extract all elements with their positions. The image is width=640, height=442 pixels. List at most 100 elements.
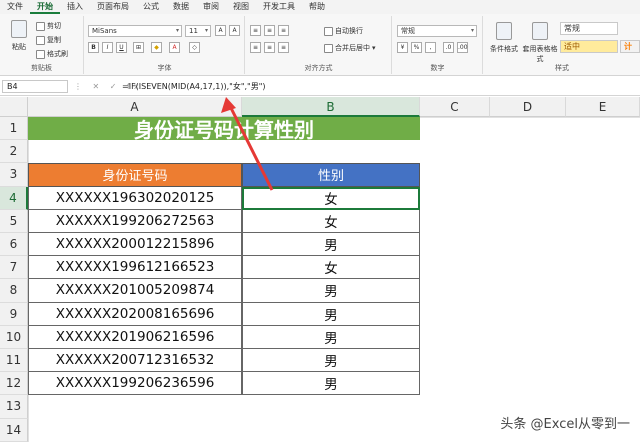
gender-cell[interactable]: 女: [242, 256, 420, 280]
border-button[interactable]: ⊞: [133, 42, 144, 53]
id-cell[interactable]: XXXXXX202008165696: [28, 302, 242, 326]
row-header-5[interactable]: 5: [0, 209, 28, 233]
bold-button[interactable]: B: [88, 42, 99, 53]
align-left-button[interactable]: ≡: [250, 42, 261, 53]
menu-item-6[interactable]: 审阅: [196, 0, 226, 14]
comma-button[interactable]: ,: [425, 42, 436, 53]
number-format-select[interactable]: 常规 ▾: [397, 25, 477, 37]
gender-cell[interactable]: 男: [242, 302, 420, 326]
id-cell[interactable]: XXXXXX200012215896: [28, 233, 242, 257]
menu-item-3[interactable]: 页面布局: [90, 0, 136, 14]
row-header-4[interactable]: 4: [0, 186, 28, 210]
spreadsheet-grid[interactable]: A B C D E 1 2 3 4 5 6 7 8 9 10 11 12 13 14 身份证号码计算性别 身份证号码 性别…: [0, 97, 640, 442]
currency-button[interactable]: ¥: [397, 42, 408, 53]
shrink-font-button[interactable]: A: [229, 25, 240, 36]
menu-item-9[interactable]: 帮助: [302, 0, 332, 14]
row-header-13[interactable]: 13: [0, 395, 28, 419]
align-bottom-button[interactable]: ≡: [278, 25, 289, 36]
gender-cell[interactable]: 女: [242, 209, 420, 233]
clear-format-button[interactable]: ◇: [189, 42, 200, 53]
watermark: 头条 @Excel从零到一: [500, 417, 630, 432]
copy-icon: [36, 35, 45, 45]
select-all-corner[interactable]: [0, 97, 28, 117]
id-cell[interactable]: XXXXXX201005209874: [28, 279, 242, 303]
format-painter-button[interactable]: 格式刷: [36, 49, 68, 59]
gender-header-cell[interactable]: 性别: [242, 163, 420, 187]
column-header-C[interactable]: C: [420, 97, 490, 117]
paste-icon: [11, 20, 27, 38]
row-header-12[interactable]: 12: [0, 372, 28, 396]
id-cell[interactable]: XXXXXX199612166523: [28, 256, 242, 280]
sheet-title-cell[interactable]: 身份证号码计算性别: [28, 117, 420, 142]
gender-cell[interactable]: 男: [242, 372, 420, 396]
alignment-group: ≡ ≡ ≡ ≡ ≡ ≡ 自动换行 合并后居中 ▾ 对齐方式: [246, 16, 392, 74]
styles-group: 条件格式 套用表格格式 常规 适中 计算 样式: [484, 16, 640, 74]
table-format-icon: [532, 22, 548, 40]
id-cell[interactable]: XXXXXX199206272563: [28, 209, 242, 233]
increase-decimal-button[interactable]: .0: [443, 42, 454, 53]
id-cell[interactable]: XXXXXX201906216596: [28, 325, 242, 349]
cut-button[interactable]: 剪切: [36, 21, 61, 31]
align-right-button[interactable]: ≡: [278, 42, 289, 53]
menu-item-0[interactable]: 文件: [0, 0, 30, 14]
menu-item-4[interactable]: 公式: [136, 0, 166, 14]
gender-cell[interactable]: 男: [242, 325, 420, 349]
align-center-button[interactable]: ≡: [264, 42, 275, 53]
underline-button[interactable]: U: [116, 42, 127, 53]
font-name-select[interactable]: MiSans ▾: [88, 25, 182, 37]
menu-item-1[interactable]: 开始: [30, 0, 60, 14]
align-middle-button[interactable]: ≡: [264, 25, 275, 36]
style-calc[interactable]: 计算: [620, 40, 640, 53]
ribbon: 粘贴 剪切 复制 格式刷 剪贴板 MiSans ▾ 11 ▾ A A B I U ⊞…: [0, 14, 640, 76]
menu-item-2[interactable]: 插入: [60, 0, 90, 14]
row-header-8[interactable]: 8: [0, 279, 28, 303]
id-cell[interactable]: XXXXXX200712316532: [28, 349, 242, 373]
row-header-14[interactable]: 14: [0, 418, 28, 442]
chevron-down-icon: ▾: [204, 27, 208, 34]
menu-item-7[interactable]: 视图: [226, 0, 256, 14]
merge-center-button[interactable]: 合并后居中 ▾: [324, 43, 376, 53]
italic-button[interactable]: I: [102, 42, 113, 53]
column-header-D[interactable]: D: [490, 97, 566, 117]
styles-label: 样式: [555, 64, 569, 72]
paste-button[interactable]: 粘贴: [8, 20, 30, 52]
font-color-button[interactable]: A: [169, 42, 180, 53]
active-gender-cell[interactable]: 女: [242, 186, 420, 210]
menu-item-5[interactable]: 数据: [166, 0, 196, 14]
menu-item-8[interactable]: 开发工具: [256, 0, 302, 14]
column-header-E[interactable]: E: [566, 97, 640, 117]
align-top-button[interactable]: ≡: [250, 25, 261, 36]
style-normal[interactable]: 常规: [560, 22, 618, 35]
font-group: MiSans ▾ 11 ▾ A A B I U ⊞ ◆ A ◇ 字体: [85, 16, 245, 74]
style-medium[interactable]: 适中: [560, 40, 618, 53]
id-cell[interactable]: XXXXXX199206236596: [28, 372, 242, 396]
gender-cell[interactable]: 男: [242, 279, 420, 303]
row-header-10[interactable]: 10: [0, 325, 28, 349]
row-header-11[interactable]: 11: [0, 349, 28, 373]
gender-cell[interactable]: 男: [242, 349, 420, 373]
row-header-6[interactable]: 6: [0, 233, 28, 257]
table-format-button[interactable]: 套用表格格式: [522, 22, 558, 64]
decrease-decimal-button[interactable]: .00: [457, 42, 468, 53]
row-header-7[interactable]: 7: [0, 256, 28, 280]
grow-font-button[interactable]: A: [215, 25, 226, 36]
conditional-format-button[interactable]: 条件格式: [487, 22, 521, 54]
font-size-select[interactable]: 11 ▾: [185, 25, 211, 37]
row-header-1[interactable]: 1: [0, 117, 28, 141]
row-header-3[interactable]: 3: [0, 163, 28, 187]
formula-input[interactable]: =IF(ISEVEN(MID(A4,17,1)),"女","男"): [122, 80, 266, 93]
clipboard-label: 剪贴板: [31, 64, 52, 72]
row-header-2[interactable]: 2: [0, 140, 28, 164]
percent-button[interactable]: %: [411, 42, 422, 53]
copy-button[interactable]: 复制: [36, 35, 61, 45]
row-header-9[interactable]: 9: [0, 302, 28, 326]
fill-color-button[interactable]: ◆: [151, 42, 162, 53]
id-header-cell[interactable]: 身份证号码: [28, 163, 242, 187]
wrap-text-button[interactable]: 自动换行: [324, 26, 363, 36]
scissors-icon: [36, 21, 45, 31]
gender-cell[interactable]: 男: [242, 233, 420, 257]
wrap-icon: [324, 26, 333, 36]
id-cell[interactable]: XXXXXX196302020125: [28, 186, 242, 210]
font-label: 字体: [157, 64, 172, 72]
name-box[interactable]: B4: [2, 80, 68, 93]
